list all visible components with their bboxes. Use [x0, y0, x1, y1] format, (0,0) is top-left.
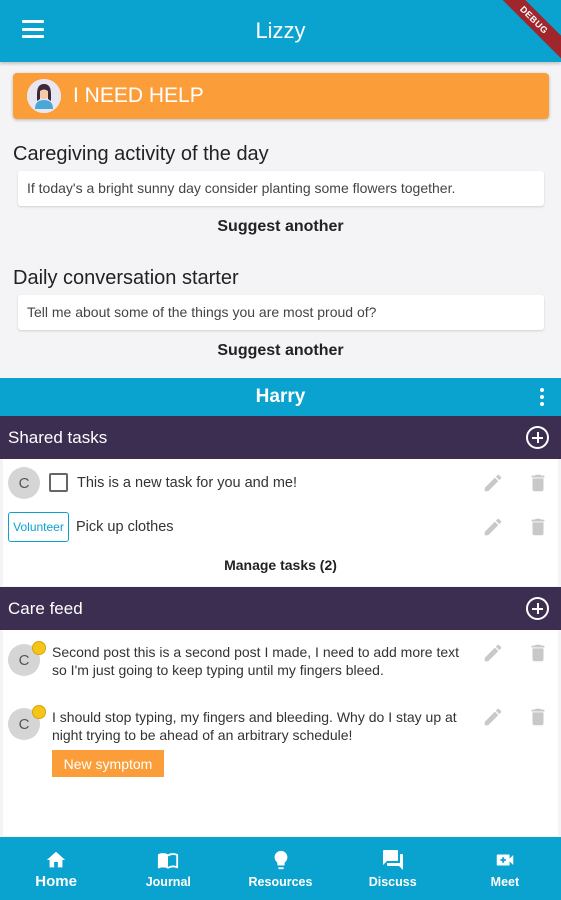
edit-icon[interactable]: [482, 516, 504, 538]
nav-resources[interactable]: Resources: [224, 837, 336, 900]
nav-label: Home: [35, 873, 77, 890]
nav-journal[interactable]: Journal: [112, 837, 224, 900]
add-post-icon[interactable]: [526, 597, 549, 620]
activity-text: If today's a bright sunny day consider p…: [18, 171, 544, 206]
chat-icon: [380, 848, 406, 872]
smiley-icon: [32, 705, 46, 719]
nav-home[interactable]: Home: [0, 837, 112, 900]
need-help-label: I NEED HELP: [73, 84, 204, 107]
bottom-nav: Home Journal Resources Discuss Meet: [0, 837, 561, 900]
task-text: Pick up clothes: [76, 519, 174, 535]
nav-meet[interactable]: Meet: [449, 837, 561, 900]
menu-icon[interactable]: [22, 20, 44, 38]
delete-icon[interactable]: [527, 706, 549, 728]
edit-icon[interactable]: [482, 706, 504, 728]
volunteer-button[interactable]: Volunteer: [8, 512, 69, 542]
nav-label: Discuss: [368, 875, 417, 889]
shared-tasks-header: Shared tasks: [0, 416, 561, 459]
conversation-title: Daily conversation starter: [13, 267, 239, 289]
home-icon: [43, 848, 69, 872]
suggest-activity-button[interactable]: Suggest another: [0, 218, 561, 236]
manage-tasks-button[interactable]: Manage tasks (2): [0, 557, 561, 573]
care-feed-title: Care feed: [8, 598, 83, 618]
conversation-text: Tell me about some of the things you are…: [18, 295, 544, 330]
video-icon: [492, 848, 518, 872]
new-symptom-tag[interactable]: New symptom: [52, 750, 164, 777]
need-help-button[interactable]: I NEED HELP: [13, 73, 549, 119]
book-icon: [155, 848, 181, 872]
avatar: [27, 79, 61, 113]
more-vert-icon[interactable]: [540, 388, 544, 406]
nav-label: Journal: [145, 875, 191, 889]
nav-discuss[interactable]: Discuss: [337, 837, 449, 900]
app-title: Lizzy: [255, 18, 306, 43]
smiley-icon: [32, 641, 46, 655]
person-header: Harry: [0, 378, 561, 416]
person-name: Harry: [255, 386, 306, 407]
suggest-conversation-button[interactable]: Suggest another: [0, 342, 561, 360]
activity-title: Caregiving activity of the day: [13, 143, 269, 165]
care-feed-header: Care feed: [0, 587, 561, 630]
add-task-icon[interactable]: [526, 426, 549, 449]
task-text: This is a new task for you and me!: [77, 475, 298, 491]
avatar: C: [8, 467, 40, 499]
delete-icon[interactable]: [527, 472, 549, 494]
post-text: Second post this is a second post I made…: [52, 644, 460, 678]
nav-label: Meet: [490, 875, 520, 889]
delete-icon[interactable]: [527, 516, 549, 538]
lightbulb-icon: [268, 848, 294, 872]
task-checkbox[interactable]: [49, 473, 68, 492]
edit-icon[interactable]: [482, 642, 504, 664]
delete-icon[interactable]: [527, 642, 549, 664]
edit-icon[interactable]: [482, 472, 504, 494]
nav-label: Resources: [248, 875, 313, 889]
app-bar: Lizzy: [0, 0, 561, 62]
shared-tasks-title: Shared tasks: [8, 427, 108, 447]
post-text: I should stop typing, my fingers and ble…: [52, 709, 457, 743]
